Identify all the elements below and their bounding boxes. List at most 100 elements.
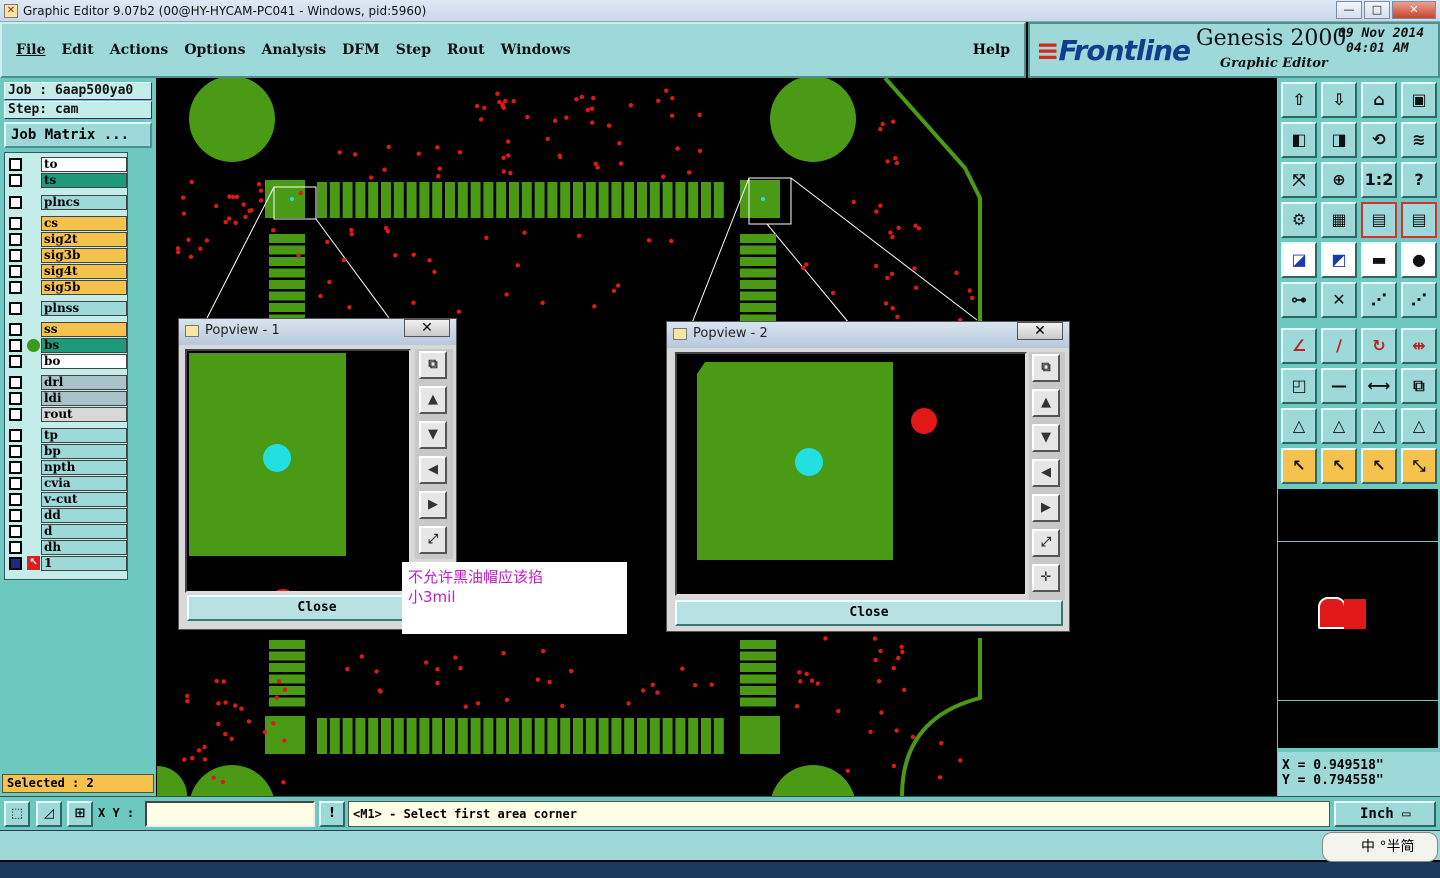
undo-icon[interactable]: ⇧	[1281, 82, 1317, 118]
distance-icon[interactable]: ⇹	[1401, 328, 1437, 364]
popview-left-icon[interactable]: ◀	[419, 456, 447, 484]
window-icon[interactable]: ▣	[1401, 82, 1437, 118]
layer-name-sig3b[interactable]: sig3b	[41, 248, 127, 263]
select2-icon[interactable]: ↖	[1321, 448, 1357, 484]
layer-checkbox[interactable]	[9, 557, 22, 570]
layer-checkbox[interactable]	[9, 541, 22, 554]
command-bar[interactable]	[0, 830, 1440, 860]
layer-name-ts[interactable]: ts	[41, 173, 127, 188]
layers-icon[interactable]: ▤	[1361, 202, 1397, 238]
layer-name-sig2t[interactable]: sig2t	[41, 232, 127, 247]
layer-checkbox[interactable]	[9, 323, 22, 336]
warning-icon[interactable]: !	[319, 801, 345, 827]
measure-line-icon[interactable]: ◩	[1321, 242, 1357, 278]
layer-row[interactable]: d	[5, 524, 129, 539]
layer-checkbox[interactable]	[9, 233, 22, 246]
layer-checkbox[interactable]	[9, 265, 22, 278]
menu-actions[interactable]: Actions	[110, 42, 169, 58]
popview-1-canvas[interactable]	[185, 349, 411, 593]
width-icon[interactable]: ⟷	[1361, 368, 1397, 404]
point2-icon[interactable]: ⋰	[1401, 282, 1437, 318]
layer-row[interactable]: 1 ↖	[5, 556, 129, 571]
layer-row[interactable]: sig2t	[5, 232, 129, 247]
layer-checkbox[interactable]	[9, 509, 22, 522]
layer-checkbox[interactable]	[9, 281, 22, 294]
circle-icon[interactable]: ●	[1401, 242, 1437, 278]
layer-name-tp[interactable]: tp	[41, 428, 127, 443]
center-icon[interactable]: ⊕	[1321, 162, 1357, 198]
unit-selector[interactable]: Inch ▭	[1334, 801, 1436, 827]
menu-windows[interactable]: Windows	[501, 42, 571, 58]
job-matrix-button[interactable]: Job Matrix ...	[4, 122, 152, 148]
popview-zoom-icon[interactable]: ⧉	[419, 351, 447, 379]
layer-checkbox[interactable]	[9, 217, 22, 230]
popview-down-icon[interactable]: ▼	[419, 421, 447, 449]
layer-name-d[interactable]: d	[41, 524, 127, 539]
ime-indicator[interactable]: 中 °半简	[1322, 832, 1438, 862]
connect-icon[interactable]: ⊶	[1281, 282, 1317, 318]
point-icon[interactable]: ⋰	[1361, 282, 1397, 318]
layer-row[interactable]: dd	[5, 508, 129, 523]
cross-icon[interactable]: ✕	[1321, 282, 1357, 318]
layer-name-plnss[interactable]: plnss	[41, 301, 127, 316]
layer-name-bp[interactable]: bp	[41, 444, 127, 459]
layer-name-dh[interactable]: dh	[41, 540, 127, 555]
popview-left-icon[interactable]: ◀	[1032, 459, 1060, 487]
left-icon[interactable]: ◧	[1281, 122, 1317, 158]
layer-row[interactable]: tp	[5, 428, 129, 443]
pad-icon[interactable]: ◰	[1281, 368, 1317, 404]
layer-row[interactable]: ss	[5, 322, 129, 337]
layer-checkbox[interactable]	[9, 493, 22, 506]
layer-row[interactable]: rout	[5, 407, 129, 422]
layer-row[interactable]: v-cut	[5, 492, 129, 507]
layer-checkbox[interactable]	[9, 392, 22, 405]
menu-step[interactable]: Step	[396, 42, 431, 58]
popview-up-icon[interactable]: ▲	[419, 386, 447, 414]
layers2-icon[interactable]: ▤	[1401, 202, 1437, 238]
layer-checkbox[interactable]	[9, 355, 22, 368]
popview-fit-icon[interactable]: ⤢	[1032, 529, 1060, 557]
maximize-button[interactable]: □	[1364, 1, 1390, 19]
zoom-area-icon[interactable]: ⬚	[4, 801, 30, 827]
layer-name-sig5b[interactable]: sig5b	[41, 280, 127, 295]
fit-icon[interactable]: ⤧	[1281, 162, 1317, 198]
layer-row[interactable]: bo	[5, 354, 129, 369]
menu-help[interactable]: Help	[973, 42, 1010, 58]
layer-name-v-cut[interactable]: v-cut	[41, 492, 127, 507]
popview-1-close-x[interactable]: ✕	[404, 319, 450, 337]
menu-analysis[interactable]: Analysis	[261, 42, 326, 58]
swap-icon[interactable]: ⟲	[1361, 122, 1397, 158]
tri4-icon[interactable]: △	[1401, 408, 1437, 444]
layer-row[interactable]: cs	[5, 216, 129, 231]
layer-name-npth[interactable]: npth	[41, 460, 127, 475]
layer-row[interactable]: dh	[5, 540, 129, 555]
layer-row[interactable]: npth	[5, 460, 129, 475]
layer-name-dd[interactable]: dd	[41, 508, 127, 523]
home-icon[interactable]: ⌂	[1361, 82, 1397, 118]
tri3-icon[interactable]: △	[1361, 408, 1397, 444]
measure-pad-icon[interactable]: ◪	[1281, 242, 1317, 278]
arc-icon[interactable]: ↻	[1361, 328, 1397, 364]
shapes-icon[interactable]: ⧉	[1401, 368, 1437, 404]
popview-up-icon[interactable]: ▲	[1032, 389, 1060, 417]
menu-dfm[interactable]: DFM	[342, 42, 380, 58]
layer-checkbox[interactable]	[9, 376, 22, 389]
layer-checkbox[interactable]	[9, 461, 22, 474]
xy-input[interactable]	[145, 801, 315, 827]
layer-checkbox[interactable]	[9, 158, 22, 171]
select3-icon[interactable]: ↖	[1361, 448, 1397, 484]
layer-name-cvia[interactable]: cvia	[41, 476, 127, 491]
popview-down-icon[interactable]: ▼	[1032, 424, 1060, 452]
measure-icon[interactable]: ◿	[36, 801, 62, 827]
close-window-button[interactable]: ✕	[1392, 1, 1436, 19]
right-icon[interactable]: ◨	[1321, 122, 1357, 158]
layer-checkbox[interactable]	[9, 339, 22, 352]
help-icon[interactable]: ?	[1401, 162, 1437, 198]
popview-center-icon[interactable]: ✛	[1032, 564, 1060, 592]
layer-name-bo[interactable]: bo	[41, 354, 127, 369]
popview-zoom-icon[interactable]: ⧉	[1032, 354, 1060, 382]
s-icon[interactable]: ≋	[1401, 122, 1437, 158]
route-icon[interactable]: ⤡	[1401, 448, 1437, 484]
popview-right-icon[interactable]: ▶	[1032, 494, 1060, 522]
layer-name-rout[interactable]: rout	[41, 407, 127, 422]
